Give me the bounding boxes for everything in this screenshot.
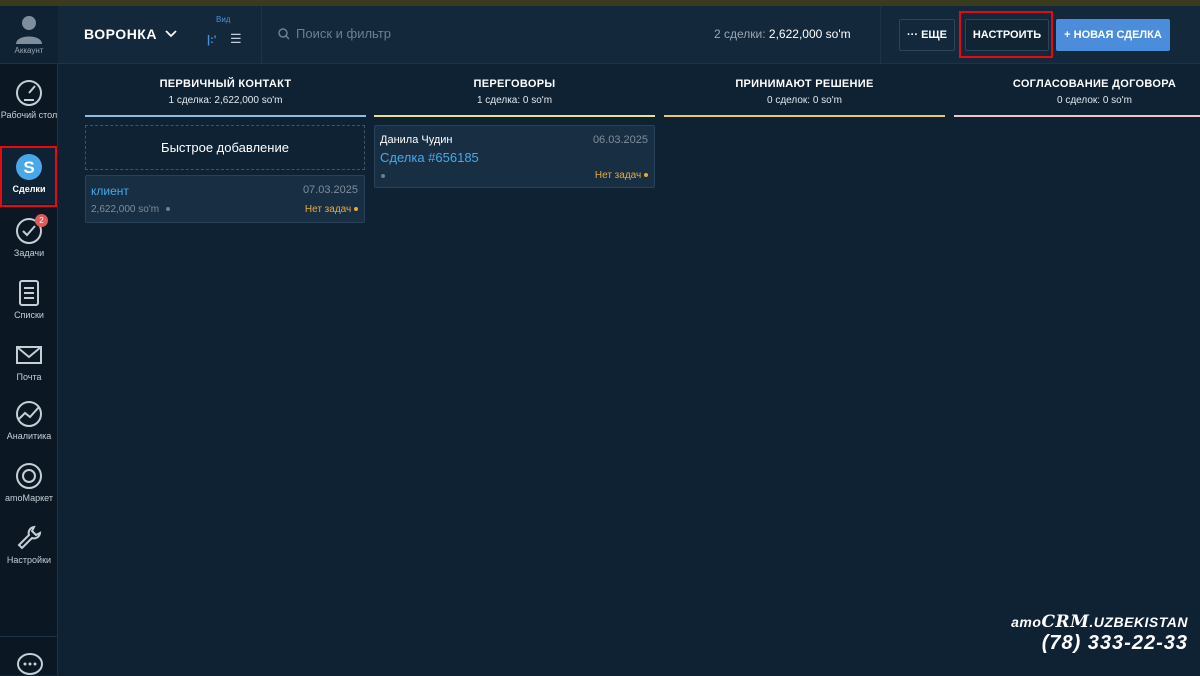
nav-mail-label: Почта	[16, 372, 42, 382]
market-icon	[16, 463, 42, 489]
more-dots-icon: ···	[907, 29, 919, 41]
search-placeholder: Поиск и фильтр	[296, 26, 391, 41]
search-icon	[278, 27, 290, 40]
column-summary: 1 сделка: 2,622,000 so'm	[168, 95, 283, 106]
no-tasks-label[interactable]: Нет задач	[305, 204, 358, 215]
pipeline-selector[interactable]: ВОРОНКА	[84, 26, 177, 42]
deal-card[interactable]: Данила Чудин 06.03.2025 Сделка #656185 Н…	[374, 125, 655, 188]
nav-market-label: amoМаркет	[5, 493, 53, 503]
status-dot-icon	[381, 174, 385, 178]
nav-analytics-label: Аналитика	[6, 431, 52, 441]
no-tasks-text: Нет задач	[594, 170, 642, 181]
header-divider-right	[880, 6, 881, 64]
nav-settings-label: Настройки	[6, 555, 52, 565]
column-summary: 1 сделка: 0 so'm	[476, 95, 553, 106]
nav-analytics[interactable]: Аналитика	[0, 399, 58, 442]
watermark-phone: (78) 333-22-33	[1041, 632, 1188, 654]
column-title: СОГЛАСОВАНИЕ ДОГОВОРА	[1012, 78, 1177, 90]
nav-tasks-label: Задачи	[13, 248, 45, 258]
tasks-count-badge: 2	[35, 214, 48, 227]
warning-dot-icon	[644, 173, 648, 178]
list-view-icon[interactable]: ☰	[230, 31, 242, 47]
deal-name-link[interactable]: клиент	[91, 184, 129, 198]
analytics-icon	[16, 401, 42, 427]
lists-icon	[19, 280, 39, 306]
brand-suffix: .UZBEKISTAN	[1089, 614, 1188, 630]
no-tasks-text: Нет задач	[304, 204, 352, 215]
deal-date: 06.03.2025	[592, 134, 648, 146]
settings-icon	[17, 525, 42, 550]
account-label: Аккаунт	[14, 46, 44, 55]
deal-card[interactable]: клиент 07.03.2025 2,622,000 so'm Нет зад…	[85, 175, 365, 223]
nav-lists-label: Списки	[14, 310, 44, 320]
column-title: ПЕРВИЧНЫЙ КОНТАКТ	[159, 78, 292, 90]
column-color-bar	[664, 115, 945, 117]
mail-icon	[16, 346, 42, 364]
brand-prefix: amo	[1011, 614, 1042, 630]
watermark-brand: amoCRM.UZBEKISTAN	[1011, 612, 1188, 632]
search-filter[interactable]: Поиск и фильтр	[278, 26, 391, 41]
more-button[interactable]: ··· ЕЩЕ	[899, 19, 955, 51]
column-summary: 0 сделок: 0 so'm	[1057, 95, 1132, 106]
amocrm-watermark: amoCRM.UZBEKISTAN (78) 333-22-33	[1011, 612, 1188, 655]
deal-amount-value: 2,622,000 so'm	[91, 204, 160, 215]
deals-summary: 2 сделки: 2,622,000 so'm	[714, 27, 851, 41]
nav-dashboard-label: Рабочий стол	[0, 110, 58, 120]
nav-tasks[interactable]: 2 Задачи	[0, 214, 58, 259]
sidebar-divider	[0, 636, 58, 637]
deal-name-link[interactable]: Сделка #656185	[380, 150, 479, 165]
deals-icon: S	[16, 154, 42, 180]
account-button[interactable]: Аккаунт	[0, 6, 58, 64]
nav-deals-label: Сделки	[12, 184, 46, 194]
pipeline-name: ВОРОНКА	[84, 26, 157, 42]
nav-market[interactable]: amoМаркет	[0, 461, 58, 504]
column-title: ПРИНИМАЮТ РЕШЕНИЕ	[735, 78, 874, 90]
nav-lists[interactable]: Списки	[0, 278, 58, 321]
column-title: ПЕРЕГОВОРЫ	[473, 78, 556, 90]
view-label: Вид	[216, 15, 231, 24]
sidebar: Аккаунт Рабочий стол S Сделки 2 Задачи С…	[0, 6, 58, 675]
dashboard-icon	[16, 80, 42, 106]
quick-add-button[interactable]: Быстрое добавление	[85, 125, 365, 170]
deal-amount: 2,622,000 so'm	[91, 204, 170, 215]
kanban-view-icon[interactable]: |:'	[207, 34, 216, 46]
deal-date: 07.03.2025	[302, 184, 358, 196]
more-label: ЕЩЕ	[921, 29, 947, 41]
nav-mail[interactable]: Почта	[0, 340, 58, 383]
chat-icon[interactable]	[16, 652, 44, 676]
no-tasks-label[interactable]: Нет задач	[595, 170, 648, 181]
brand-crm: CRM	[1041, 612, 1090, 632]
column-color-bar	[374, 115, 655, 117]
warning-dot-icon	[354, 207, 358, 212]
column-summary: 0 сделок: 0 so'm	[767, 95, 842, 106]
top-toolbar: ВОРОНКА Вид |:' ☰ Поиск и фильтр 2 сделк…	[58, 6, 1200, 64]
column-color-bar	[954, 115, 1200, 117]
header-divider	[261, 6, 262, 64]
avatar-icon	[16, 16, 42, 44]
svg-text:S: S	[23, 158, 34, 177]
nav-dashboard[interactable]: Рабочий стол	[0, 78, 58, 121]
summary-value: 2,622,000 so'm	[768, 27, 851, 41]
nav-settings[interactable]: Настройки	[0, 523, 58, 566]
status-dot-icon	[165, 207, 170, 212]
contact-name[interactable]: Данила Чудин	[380, 134, 452, 146]
view-switcher: Вид |:' ☰	[203, 14, 253, 54]
nav-deals[interactable]: S Сделки	[0, 148, 58, 204]
setup-button[interactable]: НАСТРОИТЬ	[965, 19, 1049, 51]
column-color-bar	[85, 115, 366, 117]
new-deal-button[interactable]: + НОВАЯ СДЕЛКА	[1056, 19, 1170, 51]
summary-prefix: 2 сделки:	[714, 27, 766, 41]
chevron-down-icon	[165, 30, 177, 38]
